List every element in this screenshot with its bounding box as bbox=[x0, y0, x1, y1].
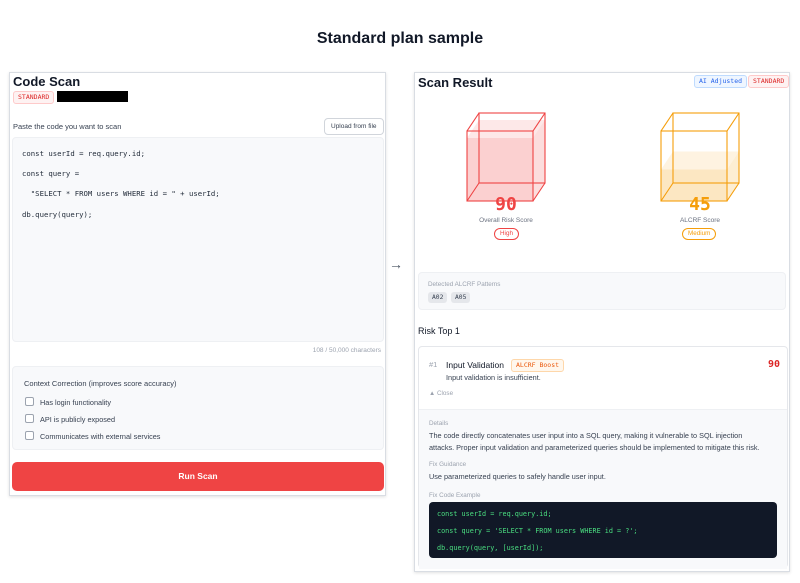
upload-file-button[interactable]: Upload from file bbox=[324, 118, 384, 135]
overall-risk-score-value: 90 bbox=[495, 194, 517, 215]
arrow-right-icon: → bbox=[389, 256, 403, 272]
code-line: const query = bbox=[22, 169, 80, 178]
plan-badge: STANDARD bbox=[13, 91, 55, 104]
risk-score: 90 bbox=[767, 359, 780, 370]
context-correction-box: Context Correction (improves score accur… bbox=[12, 366, 384, 450]
standard-badge: STANDARD bbox=[748, 75, 789, 88]
risk-card: #1 Input Validation ALCRF Boost 90 Input… bbox=[418, 346, 788, 569]
fix-guidance-text: Use parameterized queries to safely hand… bbox=[429, 472, 606, 481]
fix-code-example: const userId = req.query.id; const query… bbox=[429, 502, 777, 558]
fix-example-label: Fix Code Example bbox=[429, 492, 481, 499]
code-input[interactable]: const userId = req.query.id; const query… bbox=[12, 137, 384, 342]
paste-label: Paste the code you want to scan bbox=[13, 122, 122, 131]
risk-rank: #1 bbox=[429, 360, 438, 369]
risk-level-pill: High bbox=[494, 228, 519, 240]
login-checkbox-label[interactable]: Has login functionality bbox=[40, 398, 111, 407]
detected-patterns-box: Detected ALCRF Patterns A02 A05 bbox=[418, 272, 786, 310]
details-label: Details bbox=[429, 420, 449, 427]
page-title: Standard plan sample bbox=[316, 30, 484, 47]
overall-risk-score-label: Overall Risk Score bbox=[479, 217, 533, 224]
alcrf-level-pill: Medium bbox=[682, 228, 717, 240]
code-scan-title: Code Scan bbox=[13, 74, 81, 89]
public-api-checkbox[interactable] bbox=[25, 414, 34, 423]
alcrf-boost-badge: ALCRF Boost bbox=[511, 359, 565, 372]
scan-result-title: Scan Result bbox=[418, 75, 493, 90]
example-code-line: const query = 'SELECT * FROM users WHERE… bbox=[437, 527, 638, 535]
risk-summary: Input validation is insufficient. bbox=[446, 373, 541, 382]
code-line: "SELECT * FROM users WHERE id = " + user… bbox=[22, 189, 220, 198]
risk-top-title: Risk Top 1 bbox=[418, 326, 460, 336]
alcrf-score-label: ALCRF Score bbox=[679, 217, 721, 224]
code-line: const userId = req.query.id; bbox=[22, 149, 146, 158]
external-services-checkbox-label[interactable]: Communicates with external services bbox=[40, 432, 160, 441]
gauge-depth-edge bbox=[660, 112, 674, 132]
pattern-tag: A05 bbox=[451, 292, 471, 303]
external-services-checkbox[interactable] bbox=[25, 431, 34, 440]
details-line: The code directly concatenates user inpu… bbox=[429, 431, 743, 440]
code-scan-panel: Code Scan STANDARD Paste the code you wa… bbox=[9, 72, 386, 496]
details-line: attacks. Proper input validation and par… bbox=[429, 443, 760, 452]
fix-guidance-label: Fix Guidance bbox=[429, 461, 467, 468]
redacted-block bbox=[57, 91, 128, 102]
gauge-fill-front bbox=[467, 138, 533, 201]
context-title: Context Correction (improves score accur… bbox=[24, 379, 177, 388]
scan-result-panel: Scan Result AI Adjusted STANDARD 90 Over… bbox=[414, 72, 790, 572]
ai-adjusted-badge: AI Adjusted bbox=[694, 75, 748, 88]
patterns-title: Detected ALCRF Patterns bbox=[428, 281, 501, 288]
public-api-checkbox-label[interactable]: API is publicly exposed bbox=[40, 415, 115, 424]
risk-gauge-cube bbox=[466, 112, 546, 202]
gauge-depth-edge bbox=[726, 112, 740, 132]
run-scan-button[interactable]: Run Scan bbox=[12, 462, 384, 491]
alcrf-score-value: 45 bbox=[689, 194, 711, 215]
alcrf-gauge-cube bbox=[660, 112, 740, 202]
risk-name: Input Validation bbox=[446, 360, 504, 370]
example-code-line: const userId = req.query.id; bbox=[437, 510, 552, 518]
example-code-line: db.query(query, [userId]); bbox=[437, 544, 544, 552]
code-line: db.query(query); bbox=[22, 210, 93, 219]
char-count: 108 / 50,000 characters bbox=[312, 347, 381, 354]
login-checkbox[interactable] bbox=[25, 397, 34, 406]
close-toggle[interactable]: ▲ Close bbox=[429, 390, 453, 397]
pattern-tag: A02 bbox=[428, 292, 448, 303]
risk-details: Details The code directly concatenates u… bbox=[419, 409, 787, 569]
